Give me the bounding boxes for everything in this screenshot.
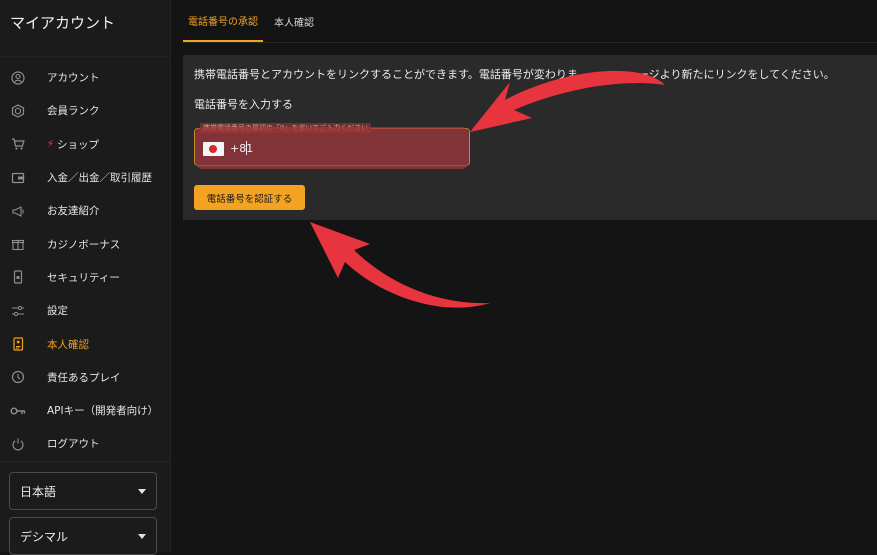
country-code-prefix: +81 xyxy=(230,142,254,155)
tab-bar: 電話番号の承認 本人確認 xyxy=(183,0,877,43)
wallet-icon xyxy=(10,170,26,186)
divider xyxy=(0,56,170,57)
megaphone-icon xyxy=(10,203,26,219)
sidebar-item-label: APIキー（開発者向け） xyxy=(47,405,159,418)
cart-icon xyxy=(10,136,26,152)
sidebar-item-bonus[interactable]: カジノボーナス xyxy=(0,227,170,260)
id-document-icon xyxy=(10,336,26,352)
history-icon xyxy=(10,369,26,385)
sidebar-item-api-key[interactable]: APIキー（開発者向け） xyxy=(0,394,170,427)
chevron-down-icon xyxy=(138,533,146,539)
info-text-tail: ージより新たにリンクをしてください。 xyxy=(637,68,835,81)
sidebar-item-account[interactable]: アカウント xyxy=(0,61,170,94)
tab-identity-verification[interactable]: 本人確認 xyxy=(274,0,314,42)
language-select-value: 日本語 xyxy=(20,484,57,499)
power-icon xyxy=(10,436,26,452)
phone-lock-icon xyxy=(10,269,26,285)
sidebar-item-referral[interactable]: お友達紹介 xyxy=(0,194,170,227)
sidebar-item-shop[interactable]: ⚡ ショップ xyxy=(0,128,170,161)
sidebar-item-label: ショップ xyxy=(57,138,100,151)
odds-format-select[interactable]: デシマル xyxy=(9,517,157,555)
chevron-down-icon xyxy=(138,488,146,494)
sidebar-item-label: 入金／出金／取引履歴 xyxy=(47,172,152,185)
sidebar-item-logout[interactable]: ログアウト xyxy=(0,427,170,460)
sidebar-item-responsible-play[interactable]: 責任あるプレイ xyxy=(0,361,170,394)
section-title: 電話番号を入力する xyxy=(194,98,293,111)
phone-verification-panel: 携帯電話番号とアカウントをリンクすることができます。電話番号が変わりま ージより新… xyxy=(183,55,877,220)
account-circle-icon xyxy=(10,70,26,86)
tab-phone-verification[interactable]: 電話番号の承認 xyxy=(183,0,263,42)
odds-format-select-value: デシマル xyxy=(20,529,69,544)
sidebar-item-label: 責任あるプレイ xyxy=(47,371,121,384)
info-text: 携帯電話番号とアカウントをリンクすることができます。電話番号が変わりま ージより新… xyxy=(194,66,835,82)
key-icon xyxy=(10,403,26,419)
info-text-head: 携帯電話番号とアカウントをリンクすることができます。電話番号が変わりま xyxy=(194,68,578,81)
language-select[interactable]: 日本語 xyxy=(9,472,157,510)
arrow-to-verify-button xyxy=(310,222,490,308)
text-cursor xyxy=(246,141,247,155)
app-title: マイアカウント xyxy=(10,14,116,32)
tab-label: 本人確認 xyxy=(274,17,314,29)
sidebar-item-label: お友達紹介 xyxy=(47,205,100,218)
sidebar-nav: アカウント 会員ランク ⚡ ショップ 入金／出金／取引履歴 お友達紹介 カジノボ… xyxy=(0,61,170,461)
tab-label: 電話番号の承認 xyxy=(188,16,258,28)
sidebar: マイアカウント アカウント 会員ランク ⚡ ショップ 入金／出金／取引履歴 お友… xyxy=(0,0,171,555)
divider xyxy=(0,461,170,462)
sidebar-item-label: アカウント xyxy=(47,72,100,85)
verify-phone-button[interactable]: 電話番号を認証する xyxy=(194,185,305,210)
sidebar-item-verification[interactable]: 本人確認 xyxy=(0,327,170,360)
sidebar-item-label: ログアウト xyxy=(47,438,100,451)
rank-hexagon-icon xyxy=(10,103,26,119)
sidebar-item-label: カジノボーナス xyxy=(47,238,121,251)
sidebar-item-label: 会員ランク xyxy=(47,105,100,118)
sidebar-item-label: セキュリティー xyxy=(47,271,120,284)
sidebar-item-rank[interactable]: 会員ランク xyxy=(0,94,170,127)
sidebar-item-label: 本人確認 xyxy=(47,338,89,351)
sidebar-item-transactions[interactable]: 入金／出金／取引履歴 xyxy=(0,161,170,194)
gift-icon xyxy=(10,236,26,252)
sidebar-item-settings[interactable]: 設定 xyxy=(0,294,170,327)
sidebar-item-security[interactable]: セキュリティー xyxy=(0,261,170,294)
lightning-icon: ⚡ xyxy=(47,138,55,150)
sliders-icon xyxy=(10,303,26,319)
japan-flag-icon[interactable] xyxy=(203,142,224,156)
sidebar-item-label: 設定 xyxy=(47,305,68,318)
